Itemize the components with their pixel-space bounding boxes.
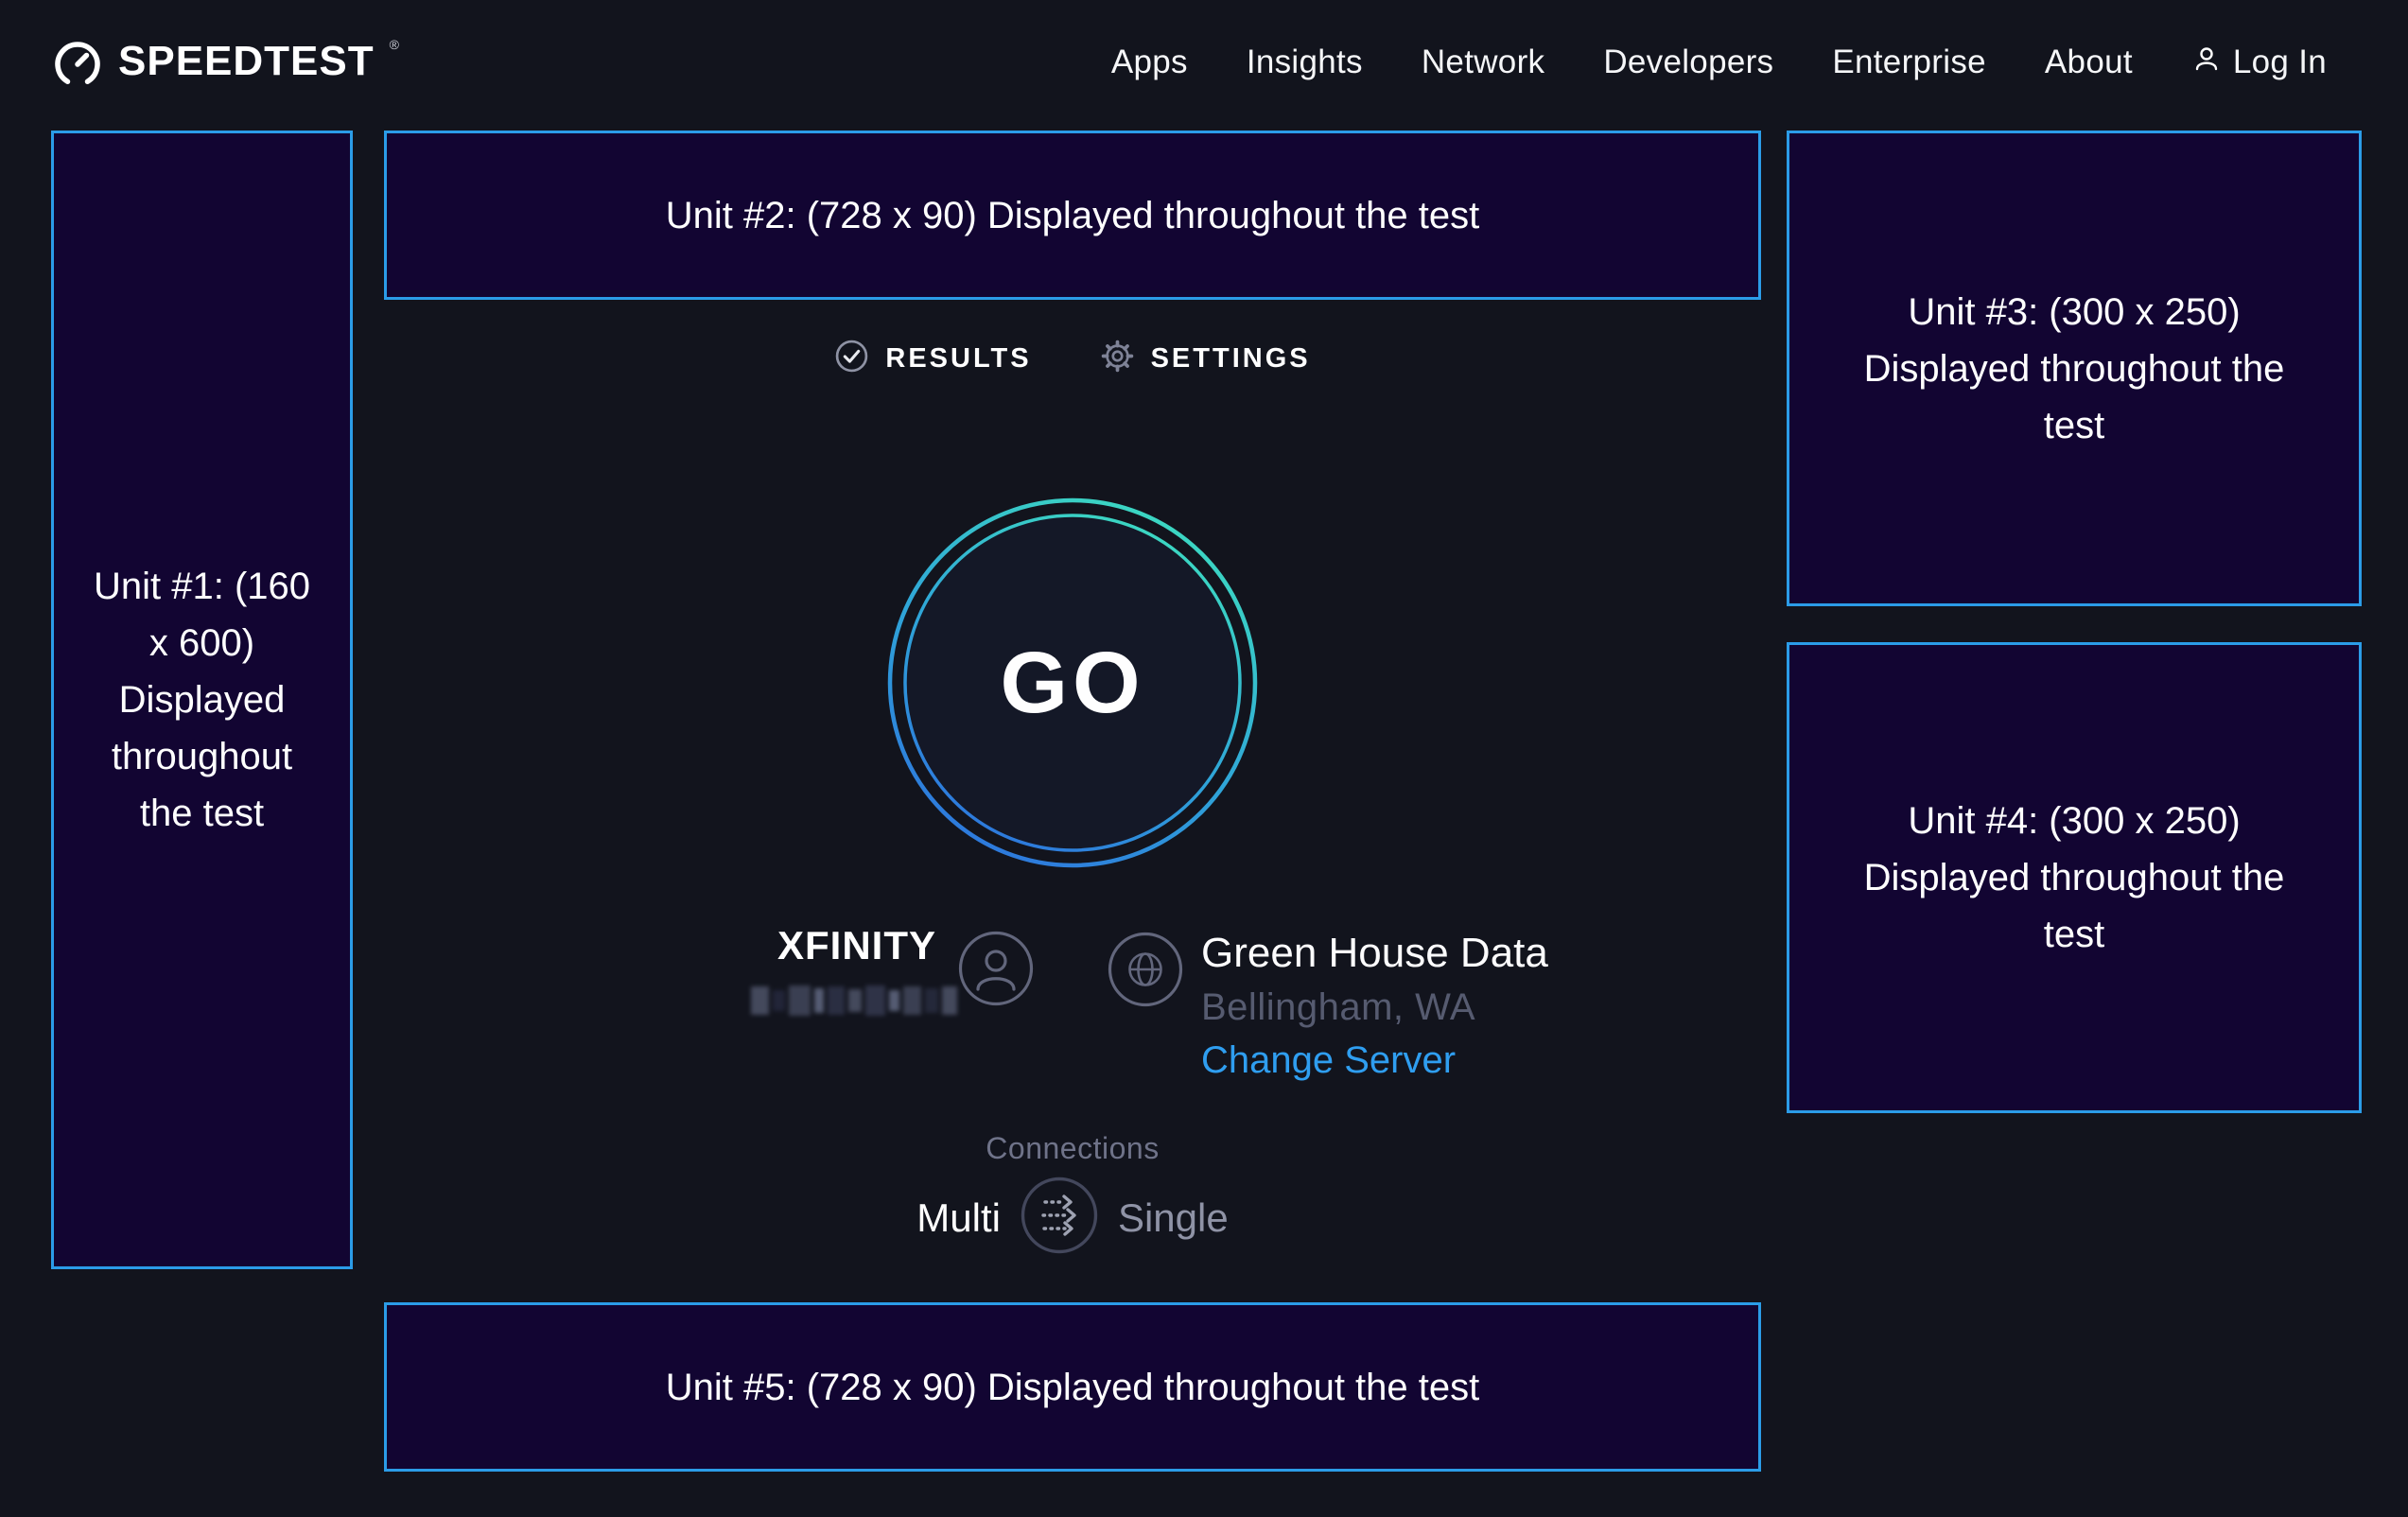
ad-unit-1-skyscraper: Unit #1: (160 x 600) Displayed throughou… <box>51 131 353 1269</box>
change-server-link[interactable]: Change Server <box>1201 1037 1548 1083</box>
login-label: Log In <box>2233 44 2327 81</box>
login-button[interactable]: Log In <box>2191 44 2327 82</box>
nav-item-developers[interactable]: Developers <box>1603 44 1773 81</box>
ad-unit-3-label: Unit #3: (300 x 250) Displayed throughou… <box>1852 284 2296 454</box>
ad-unit-4-rectangle: Unit #4: (300 x 250) Displayed throughou… <box>1787 642 2362 1113</box>
ad-unit-1-label: Unit #1: (160 x 600) Displayed throughou… <box>83 558 322 842</box>
redacted-ip-blur <box>751 982 957 1020</box>
server-info: Green House Data Bellingham, WA Change S… <box>1201 929 1548 1083</box>
multi-arrows-circle-icon[interactable] <box>1020 1176 1099 1260</box>
nav-item-about[interactable]: About <box>2045 44 2133 81</box>
ad-unit-2-label: Unit #2: (728 x 90) Displayed throughout… <box>666 187 1480 244</box>
top-nav-bar: SPEEDTEST ® Apps Insights Network Develo… <box>0 0 2408 125</box>
gear-icon <box>1100 339 1135 378</box>
nav-item-network[interactable]: Network <box>1422 44 1544 81</box>
tab-settings[interactable]: SETTINGS <box>1100 339 1311 378</box>
user-circle-icon <box>957 930 1035 1007</box>
isp-name: XFINITY <box>615 923 936 968</box>
logo-wordmark: SPEEDTEST <box>118 35 375 88</box>
nav-item-insights[interactable]: Insights <box>1247 44 1363 81</box>
ad-unit-5-leaderboard: Unit #5: (728 x 90) Displayed throughout… <box>384 1302 1761 1472</box>
nav-item-enterprise[interactable]: Enterprise <box>1832 44 1986 81</box>
ad-unit-3-rectangle: Unit #3: (300 x 250) Displayed throughou… <box>1787 131 2362 606</box>
person-icon <box>2191 44 2222 82</box>
logo-trademark: ® <box>390 35 399 54</box>
ad-unit-5-label: Unit #5: (728 x 90) Displayed throughout… <box>666 1359 1480 1416</box>
ad-unit-2-leaderboard: Unit #2: (728 x 90) Displayed throughout… <box>384 131 1761 300</box>
nav-item-apps[interactable]: Apps <box>1111 44 1188 81</box>
tab-results-label: RESULTS <box>885 343 1031 375</box>
server-name: Green House Data <box>1201 929 1548 978</box>
connections-multi-option[interactable]: Multi <box>916 1195 1001 1241</box>
speedtest-logo[interactable]: SPEEDTEST ® <box>52 35 399 90</box>
connections-toggle-row: Multi Single <box>384 1176 1761 1260</box>
connections-label: Connections <box>384 1131 1761 1166</box>
speedometer-gauge-icon <box>52 35 103 90</box>
results-settings-tabs: RESULTS SETTINGS <box>384 339 1761 378</box>
go-button[interactable]: GO <box>883 494 1262 872</box>
go-button-label: GO <box>883 494 1262 872</box>
connections-single-option[interactable]: Single <box>1118 1195 1229 1241</box>
tab-results[interactable]: RESULTS <box>834 339 1031 378</box>
main-nav: Apps Insights Network Developers Enterpr… <box>1111 44 2327 82</box>
tab-settings-label: SETTINGS <box>1151 343 1311 375</box>
check-circle-icon <box>834 339 869 378</box>
ad-unit-4-label: Unit #4: (300 x 250) Displayed throughou… <box>1852 793 2296 963</box>
server-location: Bellingham, WA <box>1201 985 1548 1030</box>
globe-circle-icon <box>1107 931 1184 1008</box>
